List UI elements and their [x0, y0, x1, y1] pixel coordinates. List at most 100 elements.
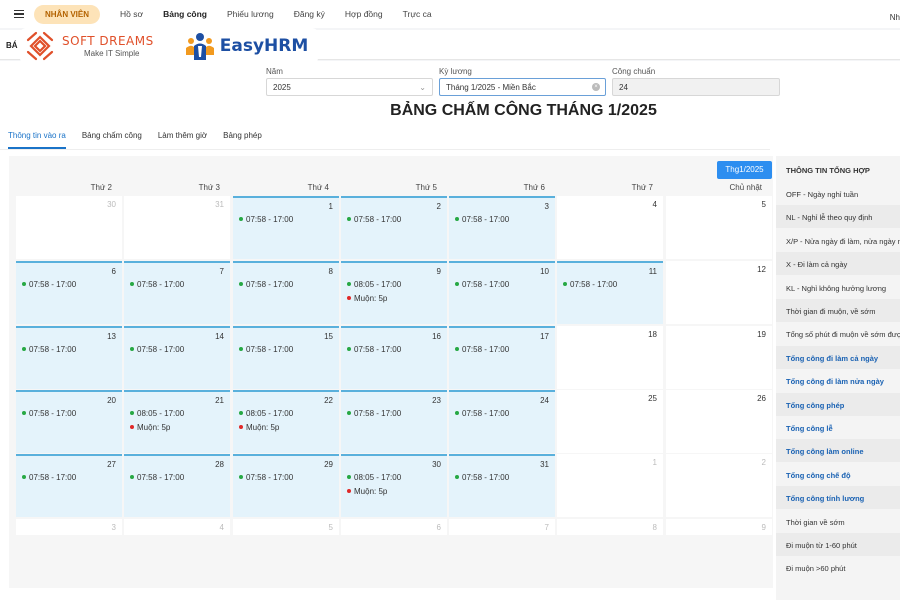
- calendar-day-cell[interactable]: 30 08:05 - 17:00 Muộn: 5p: [341, 454, 447, 517]
- tab-thong-tin-vao-ra[interactable]: Thông tin vào ra: [8, 131, 66, 149]
- calendar-day-cell[interactable]: 14 07:58 - 17:00: [124, 326, 230, 389]
- check-in-entry: 07:58 - 17:00: [239, 215, 293, 224]
- calendar-day-cell[interactable]: 12: [666, 261, 772, 324]
- entry-text: 07:58 - 17:00: [570, 280, 618, 289]
- standard-field: 24: [612, 78, 780, 96]
- period-value: Tháng 1/2025 - Miền Bắc: [446, 83, 536, 92]
- check-in-entry: 07:58 - 17:00: [347, 345, 401, 354]
- day-number: 13: [107, 332, 116, 341]
- period-select[interactable]: Tháng 1/2025 - Miền Bắc ×: [439, 78, 606, 96]
- calendar-day-cell[interactable]: 19: [666, 326, 772, 389]
- tab-bang-phep[interactable]: Bảng phép: [223, 131, 262, 149]
- weekday-label: Thứ 6: [523, 183, 545, 192]
- calendar-day-cell[interactable]: 17 07:58 - 17:00: [449, 326, 555, 389]
- weekday-label: Chủ nhật: [729, 183, 762, 192]
- day-number: 4: [652, 200, 657, 209]
- calendar-day-cell[interactable]: 7 07:58 - 17:00: [124, 261, 230, 324]
- nav-item-hop-dong[interactable]: Hợp đồng: [345, 9, 383, 19]
- check-in-entry: 08:05 - 17:00: [130, 409, 184, 418]
- year-select[interactable]: 2025 ⌄: [266, 78, 433, 96]
- tab-lam-them-gio[interactable]: Làm thêm giờ: [158, 131, 207, 149]
- calendar-day-cell[interactable]: 20 07:58 - 17:00: [16, 390, 122, 453]
- nav-item-ho-so[interactable]: Hồ sơ: [120, 9, 143, 19]
- calendar-day-cell[interactable]: 3: [16, 519, 122, 535]
- calendar-day-cell[interactable]: 8 07:58 - 17:00: [233, 261, 339, 324]
- nav-item-truc-ca[interactable]: Trực ca: [403, 9, 432, 19]
- nav-item-bang-cong[interactable]: Bảng công: [163, 9, 207, 19]
- calendar-day-cell[interactable]: 2: [666, 454, 772, 517]
- present-dot-icon: [455, 411, 459, 415]
- check-in-entry: 07:58 - 17:00: [455, 215, 509, 224]
- summary-item: Tổng công tính lương: [776, 486, 900, 510]
- calendar-day-cell[interactable]: 5: [233, 519, 339, 535]
- present-dot-icon: [239, 411, 243, 415]
- present-dot-icon: [22, 282, 26, 286]
- calendar-day-cell[interactable]: 6 07:58 - 17:00: [16, 261, 122, 324]
- summary-item: X - Đi làm cả ngày: [776, 252, 900, 276]
- calendar-day-cell[interactable]: 13 07:58 - 17:00: [16, 326, 122, 389]
- calendar-day-cell[interactable]: 4: [557, 196, 663, 259]
- calendar-day-cell[interactable]: 3 07:58 - 17:00: [449, 196, 555, 259]
- calendar-day-cell[interactable]: 11 07:58 - 17:00: [557, 261, 663, 324]
- role-pill[interactable]: NHÂN VIÊN: [34, 4, 101, 24]
- calendar-day-cell[interactable]: 23 07:58 - 17:00: [341, 390, 447, 453]
- calendar-day-cell[interactable]: 21 08:05 - 17:00 Muộn: 5p: [124, 390, 230, 453]
- calendar-day-cell[interactable]: 30: [16, 196, 122, 259]
- calendar-day-cell[interactable]: 5: [666, 196, 772, 259]
- present-dot-icon: [130, 411, 134, 415]
- user-menu[interactable]: Nh: [890, 13, 900, 22]
- present-dot-icon: [130, 475, 134, 479]
- calendar-day-cell[interactable]: 6: [341, 519, 447, 535]
- check-in-entry: 07:58 - 17:00: [22, 409, 76, 418]
- calendar-day-cell[interactable]: 10 07:58 - 17:00: [449, 261, 555, 324]
- calendar-day-cell[interactable]: 1: [557, 454, 663, 517]
- calendar-day-cell[interactable]: 16 07:58 - 17:00: [341, 326, 447, 389]
- calendar-day-cell[interactable]: 29 07:58 - 17:00: [233, 454, 339, 517]
- calendar-day-cell[interactable]: 31 07:58 - 17:00: [449, 454, 555, 517]
- calendar-day-cell[interactable]: 25: [557, 390, 663, 453]
- calendar-day-cell[interactable]: 7: [449, 519, 555, 535]
- calendar-day-cell[interactable]: 15 07:58 - 17:00: [233, 326, 339, 389]
- calendar-day-cell[interactable]: 9: [666, 519, 772, 535]
- day-number: 4: [219, 523, 224, 532]
- check-in-entry: 07:58 - 17:00: [130, 473, 184, 482]
- calendar-day-cell[interactable]: 24 07:58 - 17:00: [449, 390, 555, 453]
- entry-text: 08:05 - 17:00: [137, 409, 185, 418]
- entry-text: 08:05 - 17:00: [354, 280, 402, 289]
- check-in-entry: 07:58 - 17:00: [130, 345, 184, 354]
- late-dot-icon: [347, 296, 351, 300]
- hamburger-menu-icon[interactable]: [14, 0, 36, 28]
- top-navbar: NHÂN VIÊN Hồ sơ Bảng công Phiếu lương Đă…: [0, 0, 900, 28]
- check-in-entry: 08:05 - 17:00: [347, 280, 401, 289]
- day-number: 16: [432, 332, 441, 341]
- day-number: 29: [324, 460, 333, 469]
- calendar-day-cell[interactable]: 2 07:58 - 17:00: [341, 196, 447, 259]
- day-number: 26: [757, 394, 766, 403]
- present-dot-icon: [239, 282, 243, 286]
- tab-bang-cham-cong[interactable]: Bảng chấm công: [82, 131, 142, 149]
- calendar-day-cell[interactable]: 22 08:05 - 17:00 Muộn: 5p: [233, 390, 339, 453]
- calendar-day-cell[interactable]: 18: [557, 326, 663, 389]
- page-title: BẢNG CHẤM CÔNG THÁNG 1/2025: [390, 102, 657, 119]
- entry-text: 07:58 - 17:00: [137, 280, 185, 289]
- present-dot-icon: [455, 217, 459, 221]
- calendar-day-cell[interactable]: 9 08:05 - 17:00 Muộn: 5p: [341, 261, 447, 324]
- check-in-entry: 07:58 - 17:00: [563, 280, 617, 289]
- nav-item-dang-ky[interactable]: Đăng ký: [294, 9, 325, 19]
- calendar-day-cell[interactable]: 26: [666, 390, 772, 453]
- late-dot-icon: [347, 489, 351, 493]
- calendar-day-cell[interactable]: 31: [124, 196, 230, 259]
- easyhrm-logo-icon: [185, 33, 214, 60]
- clear-icon[interactable]: ×: [592, 83, 600, 91]
- day-number: 27: [107, 460, 116, 469]
- day-number: 2: [761, 458, 766, 467]
- calendar-day-cell[interactable]: 4: [124, 519, 230, 535]
- nav-item-phieu-luong[interactable]: Phiếu lương: [227, 9, 274, 19]
- day-number: 23: [432, 396, 441, 405]
- calendar-day-cell[interactable]: 28 07:58 - 17:00: [124, 454, 230, 517]
- calendar-day-cell[interactable]: 1 07:58 - 17:00: [233, 196, 339, 259]
- summary-item: Tổng công chế độ: [786, 470, 851, 480]
- month-button[interactable]: Thg1/2025: [717, 161, 772, 179]
- calendar-day-cell[interactable]: 8: [557, 519, 663, 535]
- calendar-day-cell[interactable]: 27 07:58 - 17:00: [16, 454, 122, 517]
